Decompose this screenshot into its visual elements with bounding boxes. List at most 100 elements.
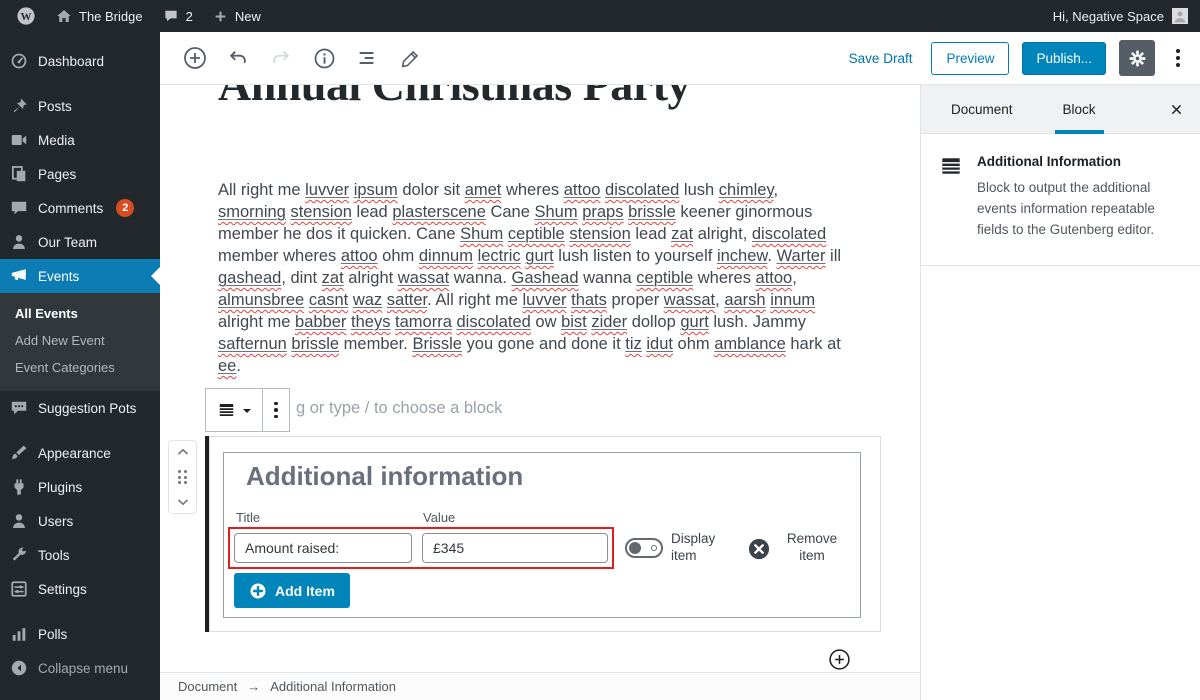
site-name: The Bridge [79, 9, 143, 24]
save-draft-button[interactable]: Save Draft [843, 50, 919, 67]
wordpress-logo-menu[interactable]: W [6, 0, 46, 32]
sidebar-item-label: Events [38, 269, 79, 284]
remove-item-button[interactable] [748, 538, 770, 560]
move-up-button[interactable] [177, 448, 189, 456]
selected-block-outline[interactable]: Additional information Title Value Displ… [209, 436, 881, 632]
comments-count-badge: 2 [116, 199, 134, 217]
misspelled-word: discolated [752, 225, 826, 243]
misspelled-word: gashead [218, 269, 281, 287]
sidebar-subitem-add-new-event[interactable]: Add New Event [0, 327, 160, 354]
site-name-menu[interactable]: The Bridge [46, 0, 153, 32]
value-field[interactable] [422, 533, 608, 563]
sidebar-item-our-team[interactable]: Our Team [0, 225, 160, 259]
sidebar-item-label: Appearance [38, 446, 111, 461]
misspelled-word: zat [671, 225, 693, 243]
plus-icon [213, 9, 228, 24]
toggle-ring [651, 545, 657, 551]
more-options-button[interactable] [1168, 43, 1188, 73]
tab-block[interactable]: Block [1043, 85, 1116, 133]
block-card-table-icon [939, 154, 963, 241]
current-item-arrow [142, 267, 160, 285]
remove-item-label: Remove item [780, 530, 844, 564]
add-block-button[interactable] [828, 647, 852, 671]
sidebar-subitem-all-events[interactable]: All Events [0, 300, 160, 327]
misspelled-word: almunsbree [218, 291, 304, 309]
misspelled-word: zider [591, 313, 627, 331]
undo-button[interactable] [225, 45, 251, 71]
pin-icon [9, 96, 29, 116]
preview-button[interactable]: Preview [931, 42, 1009, 75]
content-structure-button[interactable] [311, 45, 337, 71]
sidebar-item-dashboard[interactable]: Dashboard [0, 44, 160, 78]
drag-handle[interactable] [178, 470, 187, 484]
admin-sidebar-nav: Dashboard PostsMediaPagesComments2Our Tea… [0, 32, 160, 700]
misspelled-word: inchew [717, 247, 767, 265]
block-options-button[interactable] [262, 389, 289, 431]
misspelled-word: stension [569, 225, 630, 243]
sidebar-item-label: Settings [38, 582, 87, 597]
sidebar-item-comments[interactable]: Comments2 [0, 191, 160, 225]
sidebar-item-pages[interactable]: Pages [0, 157, 160, 191]
list-view-icon [356, 47, 378, 69]
misspelled-word: satter [387, 291, 427, 309]
breadcrumb: Document → Additional Information [160, 672, 920, 700]
sidebar-item-plugins[interactable]: Plugins [0, 470, 160, 504]
plug-icon [9, 477, 29, 497]
misspelled-word: Warter [777, 247, 826, 265]
redo-button[interactable] [268, 45, 294, 71]
block-inserter-button[interactable] [182, 45, 208, 71]
publish-button[interactable]: Publish... [1022, 42, 1106, 75]
new-content-menu[interactable]: New [203, 0, 271, 32]
misspelled-word: Shum [535, 203, 578, 221]
breadcrumb-document[interactable]: Document [178, 679, 237, 694]
sidebar-item-polls[interactable]: Polls [0, 617, 160, 651]
close-settings-button[interactable] [1162, 95, 1190, 123]
new-label: New [235, 9, 261, 24]
title-field-label: Title [236, 510, 260, 525]
misspelled-word: casnt [309, 291, 348, 309]
post-title[interactable]: Annual Christmas Party [218, 85, 690, 111]
sidebar-item-users[interactable]: Users [0, 504, 160, 538]
account-menu[interactable]: Hi, Negative Space [1053, 0, 1200, 32]
empty-block-placeholder[interactable]: g or type / to choose a block [296, 399, 502, 418]
edit-mode-button[interactable] [397, 45, 423, 71]
value-field-label: Value [423, 510, 455, 525]
misspelled-word: waz [353, 291, 382, 309]
block-type-button[interactable] [206, 389, 262, 431]
sidebar-subitem-event-categories[interactable]: Event Categories [0, 354, 160, 381]
sidebar-submenu-events: All EventsAdd New EventEvent Categories [0, 293, 160, 391]
misspelled-word: brissle [291, 335, 339, 353]
misspelled-word: discolated [605, 181, 679, 199]
sidebar-item-posts[interactable]: Posts [0, 89, 160, 123]
move-down-button[interactable] [177, 498, 189, 506]
chevron-down-icon [177, 498, 189, 506]
misspelled-word: praps [582, 203, 623, 221]
remove-x-circle-icon [748, 538, 770, 560]
block-heading: Additional information [246, 461, 523, 492]
sidebar-item-label: Users [38, 514, 73, 529]
user-icon [9, 511, 29, 531]
sidebar-item-events[interactable]: Events [0, 259, 160, 293]
wrench-icon [9, 545, 29, 565]
sidebar-item-settings[interactable]: Settings [0, 572, 160, 606]
sidebar-item-label: Collapse menu [38, 661, 128, 676]
settings-gear-button[interactable] [1119, 40, 1155, 76]
sidebar-item-suggestion-pots[interactable]: Suggestion Pots [0, 391, 160, 425]
block-navigation-button[interactable] [354, 45, 380, 71]
sidebar-item-collapse-menu[interactable]: Collapse menu [0, 651, 160, 685]
misspelled-word: innum [770, 291, 815, 309]
post-paragraph[interactable]: All right me luvver ipsum dolor sit amet… [218, 179, 844, 377]
block-card-description: Block to output the additional events in… [977, 178, 1184, 241]
misspelled-word: ceptible [636, 269, 693, 287]
display-item-toggle[interactable] [625, 538, 663, 558]
sidebar-item-media[interactable]: Media [0, 123, 160, 157]
title-field[interactable] [234, 533, 412, 563]
sliders-icon [9, 579, 29, 599]
tab-document[interactable]: Document [931, 85, 1033, 133]
sidebar-item-appearance[interactable]: Appearance [0, 436, 160, 470]
sidebar-item-tools[interactable]: Tools [0, 538, 160, 572]
chevron-down-icon [243, 409, 251, 417]
admin-comments-shortcut[interactable]: 2 [153, 0, 203, 32]
megaphone-icon [9, 266, 29, 286]
add-item-button[interactable]: Add Item [234, 573, 350, 608]
